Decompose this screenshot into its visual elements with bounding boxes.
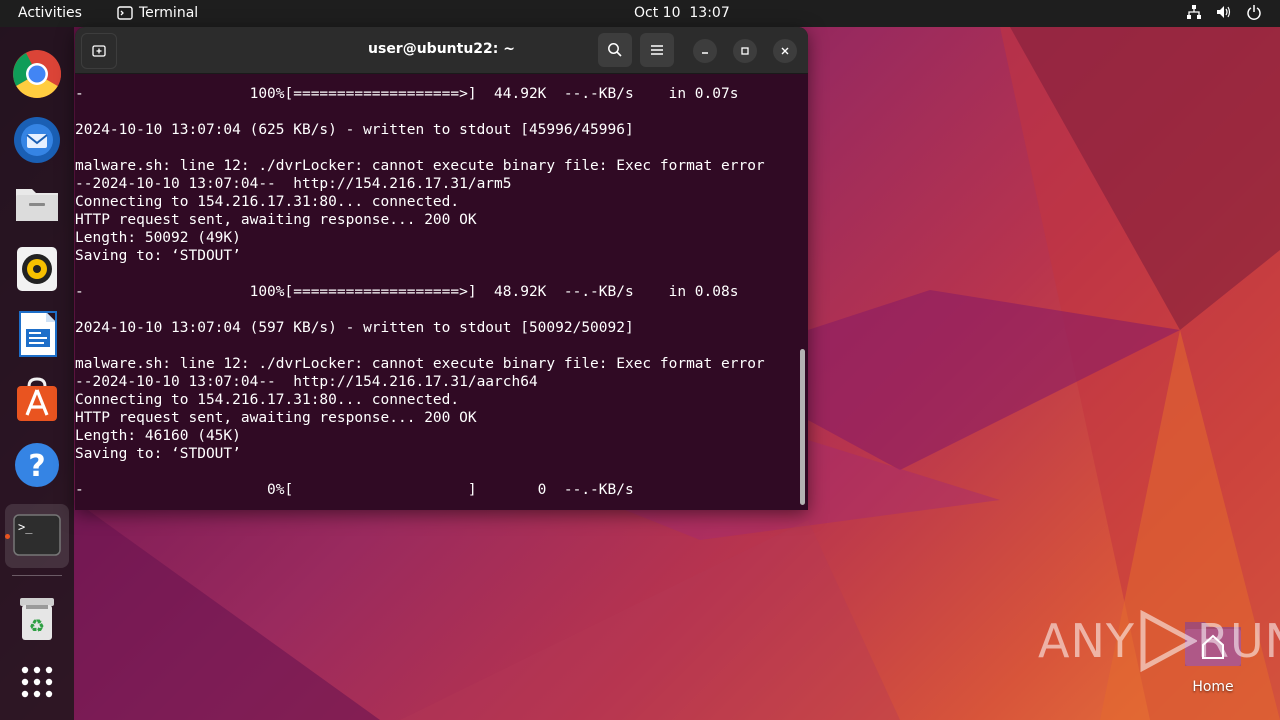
dock-separator — [12, 575, 62, 576]
play-logo-icon — [1140, 610, 1197, 672]
network-icon — [1187, 5, 1201, 19]
dock-writer[interactable] — [12, 309, 62, 359]
terminal-output[interactable]: - 100%[===================>] 44.92K --.-… — [75, 85, 800, 499]
terminal-line: Length: 50092 (49K) — [75, 230, 241, 246]
speaker-icon — [17, 247, 57, 291]
terminal-line: --2024-10-10 13:07:04-- http://154.216.1… — [75, 374, 538, 390]
app-center-icon — [17, 377, 57, 421]
minimize-button[interactable] — [693, 39, 717, 63]
clock-date: Oct 10 — [634, 5, 681, 21]
dock-thunderbird[interactable] — [12, 114, 62, 164]
terminal-icon — [117, 6, 133, 20]
dock-trash[interactable]: ♻ — [12, 594, 62, 644]
terminal-window[interactable]: user@ubuntu22: ~ - 100%[================… — [75, 27, 808, 510]
system-tray[interactable] — [1186, 4, 1262, 20]
chrome-icon — [13, 50, 62, 99]
document-icon — [19, 311, 57, 357]
terminal-line: malware.sh: line 12: ./dvrLocker: cannot… — [75, 356, 765, 372]
dock-app-center[interactable] — [12, 374, 62, 424]
scrollbar[interactable] — [800, 349, 805, 505]
close-icon — [781, 47, 789, 55]
anyrun-watermark: ANY RUN — [1038, 610, 1280, 672]
menu-button[interactable] — [640, 33, 674, 67]
search-icon — [608, 43, 622, 57]
hamburger-menu-icon — [651, 45, 663, 55]
svg-text:♻: ♻ — [29, 616, 45, 637]
clock[interactable]: Oct 10 13:07 — [634, 5, 730, 21]
power-icon — [1247, 5, 1261, 20]
app-menu-label: Terminal — [139, 5, 199, 21]
running-indicator — [5, 534, 10, 539]
desktop-home-label: Home — [1192, 679, 1234, 695]
svg-text:?: ? — [28, 449, 45, 484]
clock-time: 13:07 — [689, 5, 730, 21]
dock-help[interactable]: ? — [12, 439, 62, 489]
terminal-app-icon: >_ — [13, 514, 61, 556]
terminal-line: Length: 46160 (45K) — [75, 428, 241, 444]
dock-files[interactable] — [12, 179, 62, 229]
thunderbird-icon — [14, 117, 60, 163]
app-menu[interactable]: Terminal — [117, 5, 198, 21]
terminal-line: Connecting to 154.216.17.31:80... connec… — [75, 194, 460, 210]
terminal-line: HTTP request sent, awaiting response... … — [75, 212, 477, 228]
watermark-text-left: ANY — [1038, 614, 1135, 668]
search-button[interactable] — [598, 33, 632, 67]
maximize-button[interactable] — [733, 39, 757, 63]
terminal-line: Connecting to 154.216.17.31:80... connec… — [75, 392, 460, 408]
dock-terminal[interactable]: >_ — [5, 504, 69, 568]
trash-icon: ♻ — [20, 598, 54, 640]
dock-chrome[interactable] — [12, 49, 62, 99]
dock: ? >_ ♻ — [0, 27, 74, 720]
terminal-line: 2024-10-10 13:07:04 (597 KB/s) - written… — [75, 320, 634, 336]
dock-show-apps[interactable] — [12, 657, 62, 707]
terminal-line: - 100%[===================>] 48.92K --.-… — [75, 284, 739, 300]
terminal-line: Saving to: ‘STDOUT’ — [75, 248, 241, 264]
terminal-line: - 0%[ ] 0 --.-KB/s — [75, 482, 634, 498]
maximize-icon — [741, 47, 749, 55]
minimize-icon — [702, 52, 708, 54]
activities-button[interactable]: Activities — [18, 5, 82, 21]
terminal-line: Saving to: ‘STDOUT’ — [75, 446, 241, 462]
volume-icon — [1217, 6, 1231, 18]
dock-rhythmbox[interactable] — [12, 244, 62, 294]
help-icon: ? — [15, 443, 59, 487]
terminal-line: 2024-10-10 13:07:04 (625 KB/s) - written… — [75, 122, 634, 138]
terminal-header-bar[interactable]: user@ubuntu22: ~ — [75, 27, 808, 74]
grid-icon — [21, 666, 53, 698]
terminal-line: - 100%[===================>] 44.92K --.-… — [75, 86, 739, 102]
terminal-line: --2024-10-10 13:07:04-- http://154.216.1… — [75, 176, 512, 192]
svg-text:>_: >_ — [18, 520, 33, 534]
watermark-text-right: RUN — [1196, 614, 1280, 668]
terminal-line: malware.sh: line 12: ./dvrLocker: cannot… — [75, 158, 765, 174]
top-bar: Activities Terminal Oct 10 13:07 — [0, 0, 1280, 27]
folder-icon — [16, 189, 58, 221]
close-button[interactable] — [773, 39, 797, 63]
terminal-line: HTTP request sent, awaiting response... … — [75, 410, 477, 426]
